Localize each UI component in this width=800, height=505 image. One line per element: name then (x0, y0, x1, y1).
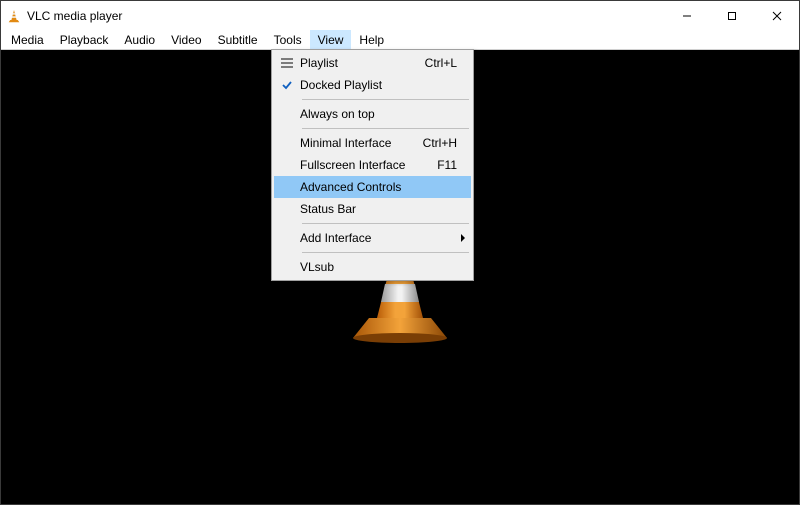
window-controls (664, 1, 799, 30)
view-vlsub[interactable]: VLsub (274, 256, 471, 278)
menu-item-label: Fullscreen Interface (300, 158, 437, 172)
menu-item-label: Docked Playlist (300, 78, 457, 92)
menu-item-label: Always on top (300, 107, 457, 121)
view-always-on-top[interactable]: Always on top (274, 103, 471, 125)
view-playlist[interactable]: Playlist Ctrl+L (274, 52, 471, 74)
menu-view[interactable]: View (310, 30, 352, 49)
menu-separator (302, 99, 469, 100)
menu-item-label: Status Bar (300, 202, 457, 216)
playlist-icon (274, 58, 300, 68)
menu-separator (302, 128, 469, 129)
view-minimal-interface[interactable]: Minimal Interface Ctrl+H (274, 132, 471, 154)
view-dropdown: Playlist Ctrl+L Docked Playlist Always o… (271, 49, 474, 281)
menu-audio[interactable]: Audio (116, 30, 163, 49)
title-bar: VLC media player (1, 1, 799, 30)
menu-item-label: Add Interface (300, 231, 457, 245)
menu-item-label: Advanced Controls (300, 180, 457, 194)
view-fullscreen-interface[interactable]: Fullscreen Interface F11 (274, 154, 471, 176)
checkmark-icon (274, 79, 300, 91)
menu-tools[interactable]: Tools (266, 30, 310, 49)
window-title: VLC media player (27, 9, 122, 23)
menu-playback[interactable]: Playback (52, 30, 117, 49)
maximize-button[interactable] (709, 1, 754, 30)
submenu-arrow-icon (461, 234, 465, 242)
menu-media[interactable]: Media (3, 30, 52, 49)
view-status-bar[interactable]: Status Bar (274, 198, 471, 220)
menu-item-label: Minimal Interface (300, 136, 423, 150)
menu-subtitle[interactable]: Subtitle (210, 30, 266, 49)
menu-separator (302, 223, 469, 224)
menu-item-shortcut: Ctrl+L (425, 56, 457, 70)
menu-bar: Media Playback Audio Video Subtitle Tool… (1, 30, 799, 50)
menu-video[interactable]: Video (163, 30, 209, 49)
menu-item-shortcut: Ctrl+H (423, 136, 457, 150)
menu-help[interactable]: Help (351, 30, 392, 49)
title-bar-left: VLC media player (7, 9, 122, 23)
minimize-button[interactable] (664, 1, 709, 30)
menu-item-label: Playlist (300, 56, 425, 70)
view-docked-playlist[interactable]: Docked Playlist (274, 74, 471, 96)
vlc-cone-icon (7, 9, 21, 23)
close-button[interactable] (754, 1, 799, 30)
menu-item-shortcut: F11 (437, 158, 457, 172)
view-add-interface[interactable]: Add Interface (274, 227, 471, 249)
view-advanced-controls[interactable]: Advanced Controls (274, 176, 471, 198)
menu-separator (302, 252, 469, 253)
menu-item-label: VLsub (300, 260, 457, 274)
